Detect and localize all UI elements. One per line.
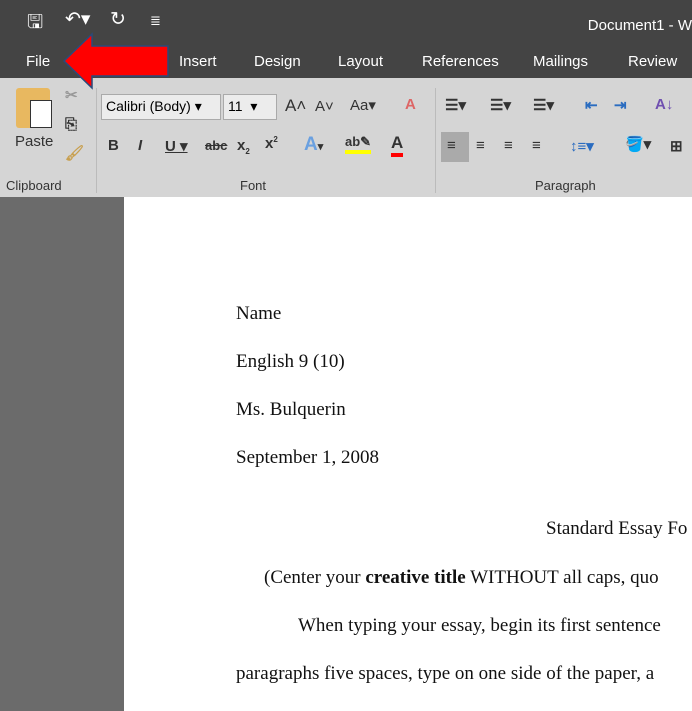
document-title: Document1 - W (587, 17, 692, 34)
justify-icon[interactable]: ≡ (532, 137, 541, 154)
document-page[interactable]: Name English 9 (10) Ms. Bulquerin Septem… (124, 197, 692, 711)
bold-icon[interactable]: B (108, 137, 119, 154)
align-left-icon: ≡ (447, 137, 456, 154)
red-arrow-annotation (62, 32, 169, 90)
underline-icon[interactable]: U ▾ (165, 137, 188, 155)
doc-line-name: Name (236, 303, 282, 324)
font-size-select[interactable]: 11 ▾ (223, 94, 277, 120)
tab-references[interactable]: References (422, 53, 499, 70)
undo-icon[interactable]: ↶▾ (65, 8, 90, 31)
borders-icon[interactable]: ⊞ (670, 137, 683, 155)
decrease-indent-icon[interactable]: ⇤ (585, 96, 598, 114)
align-center-icon[interactable]: ≡ (476, 137, 485, 154)
copy-icon[interactable]: ⎘ (65, 116, 77, 133)
clear-formatting-icon[interactable]: A (405, 96, 416, 113)
paste-icon[interactable] (16, 88, 52, 128)
tab-layout[interactable]: Layout (338, 53, 383, 70)
tab-file[interactable]: File (26, 53, 50, 70)
redo-icon[interactable]: ↻ (110, 8, 126, 31)
font-name-select[interactable]: Calibri (Body) ▾ (101, 94, 221, 120)
text-effects-icon[interactable]: A▾ (304, 134, 323, 156)
numbering-icon[interactable]: ☰▾ (490, 96, 511, 114)
bullets-icon[interactable]: ☰▾ (445, 96, 466, 114)
font-size-value: 11 (228, 98, 243, 114)
instruction-bold: creative title (365, 567, 466, 588)
multilevel-list-icon[interactable]: ☰▾ (533, 96, 554, 114)
superscript-icon[interactable]: x2 (265, 135, 278, 152)
tab-insert[interactable]: Insert (179, 53, 217, 70)
ribbon: Paste ✂ ⎘ 🖌 Clipboard Calibri (Body) ▾ 1… (0, 78, 692, 197)
doc-line-class: English 9 (10) (236, 351, 345, 372)
tab-review[interactable]: Review (628, 53, 677, 70)
save-icon[interactable]: 🖫 (27, 8, 43, 40)
customize-icon[interactable]: ≣ (150, 13, 161, 29)
paste-button[interactable]: Paste (15, 133, 53, 150)
subscript-icon[interactable]: x2 (237, 137, 250, 156)
tab-design[interactable]: Design (254, 53, 301, 70)
doc-instruction: (Center your creative title WITHOUT all … (264, 567, 659, 589)
format-painter-icon[interactable]: 🖌 (65, 144, 84, 162)
change-case-icon[interactable]: Aa▾ (350, 96, 376, 114)
strikethrough-icon[interactable]: abc (205, 138, 227, 153)
doc-line-teacher: Ms. Bulquerin (236, 399, 346, 420)
instruction-text-end: WITHOUT all caps, quo (465, 567, 659, 588)
shading-icon[interactable]: 🪣▾ (625, 135, 651, 153)
paragraph-group-label: Paragraph (535, 178, 596, 193)
highlight-color-icon[interactable]: ab✎ (345, 134, 372, 154)
shrink-font-icon[interactable]: A˅ (315, 98, 334, 115)
font-group-label: Font (240, 178, 267, 193)
clipboard-group-label: Clipboard (6, 178, 62, 193)
doc-body-line-2: paragraphs five spaces, type on one side… (236, 663, 655, 684)
align-left-button[interactable]: ≡ (441, 132, 469, 162)
line-spacing-icon[interactable]: ↕≡▾ (570, 137, 594, 155)
doc-title: Standard Essay Fo (546, 518, 688, 539)
italic-icon[interactable]: I (138, 137, 142, 154)
tab-mailings[interactable]: Mailings (533, 53, 588, 70)
grow-font-icon[interactable]: A˄ (285, 96, 306, 116)
font-color-icon[interactable]: A (391, 133, 404, 157)
doc-body-line-1: When typing your essay, begin its first … (298, 615, 661, 636)
doc-line-date: September 1, 2008 (236, 447, 380, 468)
sort-icon[interactable]: A↓ (655, 96, 673, 113)
instruction-text: (Center your (264, 567, 366, 588)
font-name-value: Calibri (Body) (106, 98, 191, 114)
align-right-icon[interactable]: ≡ (504, 137, 513, 154)
increase-indent-icon[interactable]: ⇥ (614, 96, 627, 114)
